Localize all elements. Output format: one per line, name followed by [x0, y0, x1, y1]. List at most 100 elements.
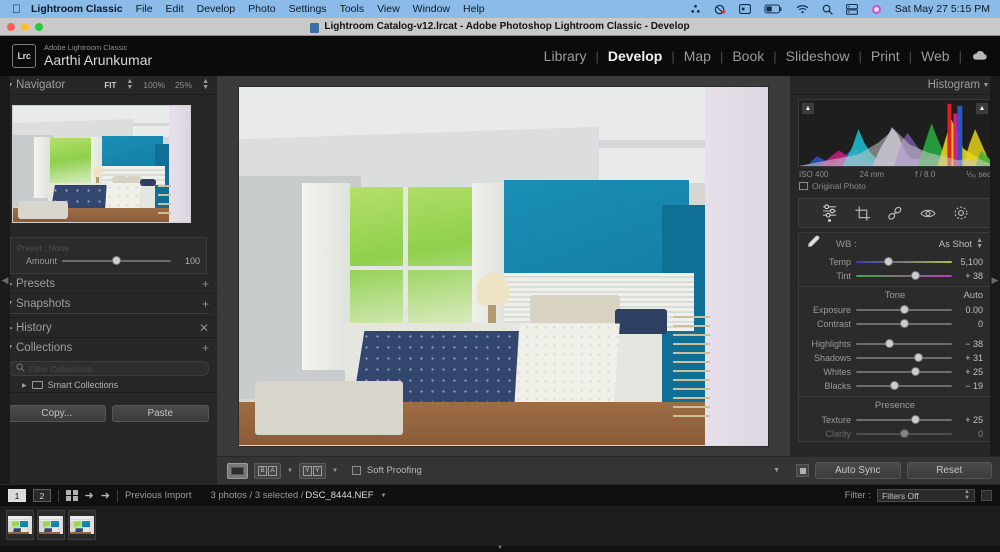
module-web[interactable]: Web	[912, 48, 959, 64]
menu-settings[interactable]: Settings	[289, 3, 327, 15]
highlights-track[interactable]	[856, 339, 952, 349]
menu-tools[interactable]: Tools	[340, 3, 365, 15]
copy-button[interactable]: Copy...	[8, 405, 106, 422]
split-view-button[interactable]: Y Y	[298, 462, 326, 479]
window-controls[interactable]	[7, 23, 43, 31]
paste-button[interactable]: Paste	[111, 405, 209, 422]
maximize-window-button[interactable]	[35, 23, 43, 31]
collections-header[interactable]: ▼ Collections +	[0, 338, 217, 357]
stepper-icon[interactable]: ▲ ▼	[976, 237, 983, 250]
texture-track[interactable]	[856, 415, 952, 425]
chevron-right-icon[interactable]: ▶	[22, 382, 27, 389]
identity-plate[interactable]: Adobe Lightroom Classic Aarthi Arunkumar	[44, 43, 152, 69]
module-map[interactable]: Map	[675, 48, 720, 64]
histogram-graph[interactable]: ▲ ▲	[798, 99, 992, 167]
apple-icon[interactable]: 	[12, 3, 21, 15]
close-icon[interactable]: ✕	[199, 321, 209, 335]
filmstrip-collapse-handle[interactable]: ▼	[0, 546, 1000, 552]
thumbnail-2[interactable]	[37, 510, 65, 540]
display-icon[interactable]	[738, 4, 751, 14]
source-label[interactable]: Previous Import	[125, 490, 192, 501]
histogram-header[interactable]: Histogram ▼	[790, 76, 1000, 95]
history-header[interactable]: ▶ History ✕	[0, 318, 217, 337]
amount-slider-row[interactable]: Amount 100	[17, 256, 200, 266]
wb-value[interactable]: As Shot ▲ ▼	[939, 237, 983, 250]
healing-brush-icon[interactable]	[887, 206, 903, 221]
blacks-track[interactable]	[856, 381, 952, 391]
menu-file[interactable]: File	[136, 3, 153, 15]
chevron-down-icon[interactable]: ▼	[332, 468, 338, 474]
slider-temp[interactable]: Temp 5,100	[799, 255, 991, 269]
plus-icon[interactable]: +	[202, 277, 209, 291]
menubar-clock[interactable]: Sat May 27 5:15 PM	[895, 3, 990, 15]
wifi-icon[interactable]	[796, 4, 809, 14]
page-1-button[interactable]: 1	[8, 489, 26, 502]
siri-icon[interactable]	[871, 4, 882, 15]
arrow-right-icon[interactable]: ➜	[101, 489, 110, 502]
module-print[interactable]: Print	[862, 48, 909, 64]
grid-view-icon[interactable]	[66, 489, 78, 502]
exposure-track[interactable]	[856, 305, 952, 315]
clarity-track[interactable]	[856, 429, 952, 439]
soft-proofing-checkbox[interactable]	[351, 466, 361, 475]
slider-clarity[interactable]: Clarity 0	[799, 427, 991, 441]
zoom-100-option[interactable]: 100%	[143, 80, 165, 90]
thumbnail-3[interactable]	[68, 510, 96, 540]
menu-edit[interactable]: Edit	[166, 3, 184, 15]
bluetooth-icon[interactable]	[690, 4, 701, 15]
plus-icon[interactable]: +	[202, 341, 209, 355]
filter-select[interactable]: Filters Off ▲ ▼	[877, 489, 975, 502]
minimize-window-button[interactable]	[21, 23, 29, 31]
cloud-icon[interactable]	[971, 49, 988, 63]
stepper-icon[interactable]: ▲ ▼	[126, 78, 133, 91]
auto-sync-button[interactable]: Auto Sync	[815, 462, 901, 479]
masking-icon[interactable]	[953, 205, 969, 221]
menu-view[interactable]: View	[377, 3, 400, 15]
reset-button[interactable]: Reset	[906, 462, 992, 479]
collections-filter-input[interactable]: Filter Collections	[29, 364, 92, 374]
menu-help[interactable]: Help	[463, 3, 485, 15]
snapshots-header[interactable]: ▼ Snapshots +	[0, 294, 217, 313]
plus-icon[interactable]: +	[202, 297, 209, 311]
left-panel-collapse-handle[interactable]: ◀	[0, 76, 10, 484]
thumbnail-1[interactable]	[6, 510, 34, 540]
module-book[interactable]: Book	[723, 48, 773, 64]
develop-photo[interactable]	[239, 86, 768, 446]
menu-app-name[interactable]: Lightroom Classic	[31, 3, 123, 15]
stepper-icon[interactable]: ▲ ▼	[202, 78, 209, 91]
page-2-button[interactable]: 2	[33, 489, 51, 502]
loupe-view-icon[interactable]	[227, 462, 248, 479]
contrast-track[interactable]	[856, 319, 952, 329]
chevron-down-icon[interactable]: ▼	[287, 468, 293, 474]
whites-track[interactable]	[856, 367, 952, 377]
edit-sliders-icon[interactable]	[822, 204, 838, 222]
filter-flag-icon[interactable]	[981, 490, 992, 501]
shadows-track[interactable]	[856, 353, 952, 363]
zoom-fit-option[interactable]: FIT	[104, 80, 116, 90]
slider-contrast[interactable]: Contrast 0	[799, 317, 991, 331]
collections-filter-field[interactable]: Filter Collections	[8, 361, 209, 376]
navigator-preview[interactable]	[12, 105, 191, 223]
menu-window[interactable]: Window	[413, 3, 450, 15]
soft-proofing-label[interactable]: Soft Proofing	[367, 465, 422, 476]
battery-icon[interactable]	[764, 4, 783, 14]
tint-track[interactable]	[856, 271, 952, 281]
arrow-left-icon[interactable]: ➜	[85, 489, 94, 502]
screen-share-icon[interactable]	[845, 3, 858, 15]
auto-tone-button[interactable]: Auto	[963, 290, 983, 301]
slider-blacks[interactable]: Blacks − 19	[799, 379, 991, 393]
search-icon[interactable]	[822, 4, 833, 15]
slider-whites[interactable]: Whites + 25	[799, 365, 991, 379]
right-panel-collapse-handle[interactable]: ▶	[990, 76, 1000, 484]
zoom-25-option[interactable]: 25%	[175, 80, 192, 90]
slider-texture[interactable]: Texture + 25	[799, 413, 991, 427]
slider-tint[interactable]: Tint + 38	[799, 269, 991, 283]
original-photo-row[interactable]: Original Photo	[798, 179, 992, 195]
before-after-button[interactable]: B A	[254, 462, 281, 479]
presets-header[interactable]: ▶ Presets +	[0, 274, 217, 293]
close-window-button[interactable]	[7, 23, 15, 31]
smart-collections-row[interactable]: ▶ Smart Collections	[0, 378, 217, 392]
photo-viewport[interactable]	[217, 76, 790, 456]
chevron-down-icon[interactable]: ▼	[381, 493, 387, 499]
module-develop[interactable]: Develop	[599, 48, 671, 64]
